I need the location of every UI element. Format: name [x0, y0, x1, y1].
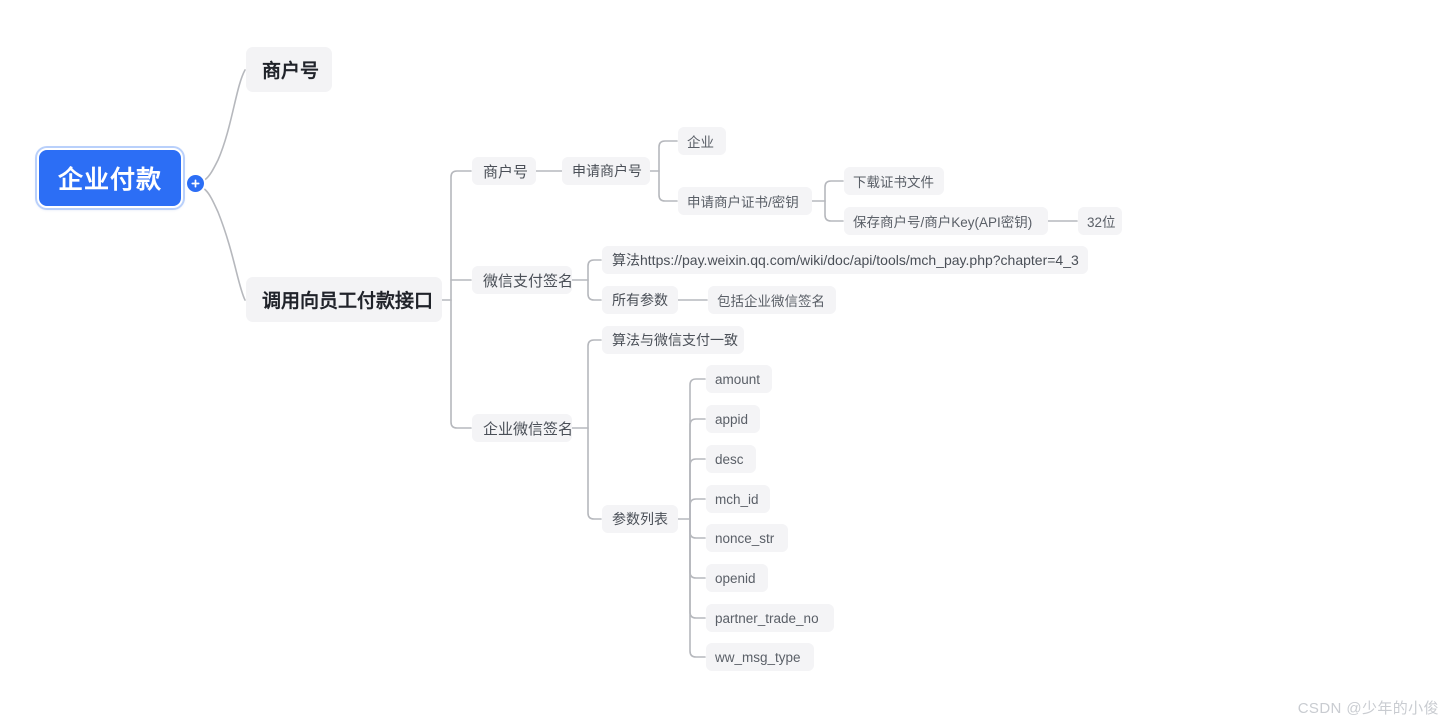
- edge-applymch-to-enterprise: [658, 140, 678, 172]
- node-param-amount[interactable]: amount: [706, 365, 772, 393]
- node-label: partner_trade_no: [715, 610, 819, 626]
- node-label: 企业微信签名: [483, 420, 574, 438]
- edge-paramlist-to-partnertradeno: [689, 518, 706, 619]
- node-32-bits[interactable]: 32位: [1078, 207, 1122, 235]
- node-label: 微信支付签名: [483, 272, 574, 290]
- node-label: 下载证书文件: [853, 175, 934, 190]
- node-label: 算法https://pay.weixin.qq.com/wiki/doc/api…: [612, 252, 1079, 268]
- node-label: 申请商户号: [572, 163, 642, 179]
- edge-applycert-to-dlcert: [824, 180, 844, 202]
- mindmap-canvas: 企业付款 商户号 调用向员工付款接口 商户号 微信支付签名 企业微信签名 申请商…: [0, 0, 1453, 724]
- node-includes-enterprise-wechat-signature[interactable]: 包括企业微信签名: [708, 286, 836, 314]
- node-label: openid: [715, 570, 756, 586]
- node-apply-merchant-no[interactable]: 申请商户号: [562, 157, 650, 185]
- node-label: 参数列表: [612, 511, 668, 527]
- node-algorithm-same-as-wechat-pay[interactable]: 算法与微信支付一致: [602, 326, 744, 354]
- root-node[interactable]: 企业付款: [37, 148, 183, 208]
- node-param-ww-msg-type[interactable]: ww_msg_type: [706, 643, 814, 671]
- node-label: nonce_str: [715, 530, 775, 546]
- node-label: 商户号: [262, 61, 320, 82]
- node-enterprise-wechat-signature[interactable]: 企业微信签名: [472, 414, 574, 442]
- node-enterprise[interactable]: 企业: [678, 127, 726, 155]
- node-save-merchant-no-and-api-key[interactable]: 保存商户号/商户Key(API密钥): [844, 207, 1048, 235]
- node-label: 包括企业微信签名: [717, 294, 825, 309]
- node-label: amount: [715, 371, 761, 387]
- edge-paramlist-to-noncestr: [689, 518, 706, 539]
- node-download-certificate-file[interactable]: 下载证书文件: [844, 167, 944, 195]
- node-label: 商户号: [483, 163, 529, 181]
- node-label: 保存商户号/商户Key(API密钥): [853, 215, 1033, 230]
- edge-callapi-to-entsign: [450, 299, 472, 429]
- node-param-mch-id[interactable]: mch_id: [706, 485, 770, 513]
- node-label: desc: [715, 451, 744, 467]
- node-label: 所有参数: [612, 292, 668, 308]
- edge-paramlist-to-openid: [689, 518, 706, 579]
- node-apply-merchant-certificate-key[interactable]: 申请商户证书/密钥: [678, 187, 812, 215]
- edge-root-to-call-api: [184, 183, 246, 301]
- root-node-label: 企业付款: [58, 166, 163, 194]
- expand-collapse-toggle[interactable]: [187, 175, 204, 192]
- watermark: CSDN @少年的小俊: [1297, 700, 1439, 717]
- node-call-payment-api[interactable]: 调用向员工付款接口: [246, 277, 442, 322]
- node-all-parameters[interactable]: 所有参数: [602, 286, 678, 314]
- node-param-desc[interactable]: desc: [706, 445, 756, 473]
- node-label: mch_id: [715, 491, 759, 507]
- edge-wxsign-to-allparams: [587, 279, 602, 301]
- edge-wxsign-to-algourl: [587, 259, 602, 281]
- node-param-nonce-str[interactable]: nonce_str: [706, 524, 788, 552]
- edge-paramlist-to-mchid: [689, 498, 706, 520]
- edge-entsign-to-paramlist: [587, 427, 602, 520]
- node-wechat-pay-signature[interactable]: 微信支付签名: [472, 266, 574, 294]
- edge-paramlist-to-appid: [689, 418, 706, 520]
- node-param-appid[interactable]: appid: [706, 405, 760, 433]
- node-algorithm-doc-url[interactable]: 算法https://pay.weixin.qq.com/wiki/doc/api…: [602, 246, 1088, 274]
- node-param-openid[interactable]: openid: [706, 564, 768, 592]
- node-label: 申请商户证书/密钥: [687, 195, 799, 210]
- node-merchant-no-l2[interactable]: 商户号: [472, 157, 536, 185]
- plus-icon: [191, 179, 200, 188]
- edge-paramlist-to-wwmsgtype: [689, 518, 706, 658]
- node-merchant-no-l1[interactable]: 商户号: [246, 47, 332, 92]
- edge-applymch-to-applycert: [658, 170, 678, 202]
- edge-root-to-merchant-no: [184, 69, 246, 185]
- edge-paramlist-to-desc: [689, 458, 706, 520]
- edge-callapi-to-mchno2: [450, 170, 472, 301]
- node-label: 算法与微信支付一致: [612, 332, 738, 348]
- node-label: 32位: [1087, 215, 1116, 230]
- node-label: 调用向员工付款接口: [262, 291, 434, 312]
- edge-applycert-to-savekey: [824, 200, 844, 222]
- node-label: ww_msg_type: [715, 649, 801, 665]
- node-label: 企业: [687, 135, 714, 150]
- node-label: appid: [715, 411, 749, 427]
- node-param-partner-trade-no[interactable]: partner_trade_no: [706, 604, 834, 632]
- edge-paramlist-to-amount: [689, 378, 706, 520]
- node-parameter-list[interactable]: 参数列表: [602, 505, 678, 533]
- edge-entsign-to-algosame: [587, 339, 602, 429]
